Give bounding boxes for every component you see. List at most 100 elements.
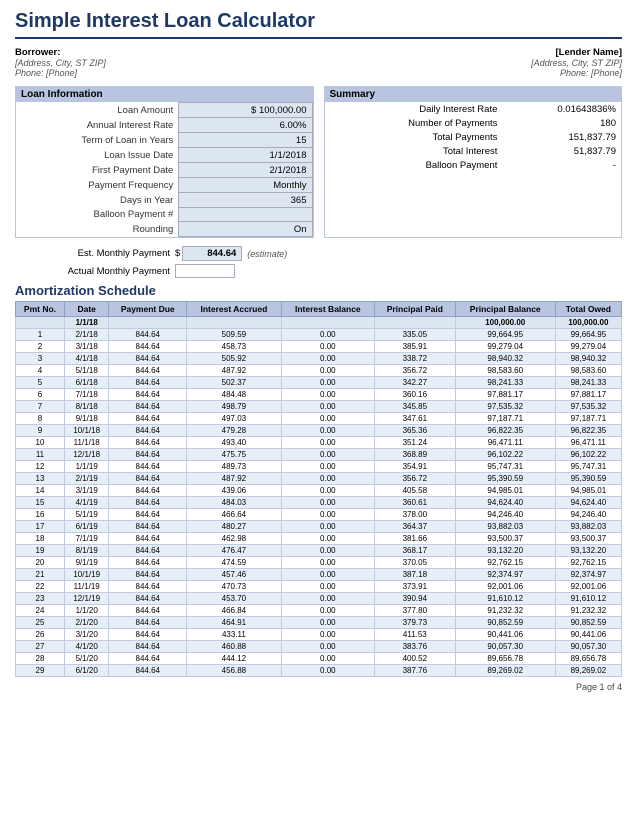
amort-row: 910/1/18844.64479.280.00365.3696,822.359… [16,425,622,437]
amort-cell: 356.72 [374,365,455,377]
amort-cell: 368.89 [374,449,455,461]
amort-cell: 405.58 [374,485,455,497]
loan-field-label: Loan Issue Date [16,148,179,163]
loan-field-label: Term of Loan in Years [16,133,179,148]
amort-row: 12/1/18844.64509.590.00335.0599,664.9599… [16,329,622,341]
amort-cell: 365.36 [374,425,455,437]
amort-cell: 89,269.02 [555,665,621,677]
amort-row: 2312/1/19844.64453.700.00390.9491,610.12… [16,593,622,605]
summary-field-label: Daily Interest Rate [325,102,503,116]
amort-cell: 29 [16,665,65,677]
amort-cell [16,317,65,329]
amort-cell: 95,390.59 [555,473,621,485]
lender-name: [Lender Name] [531,47,622,58]
amort-cell: 6 [16,389,65,401]
amort-cell: 99,664.95 [555,329,621,341]
amort-cell: 12 [16,461,65,473]
amort-cell: 100,000.00 [455,317,555,329]
amort-cell: 2/1/20 [64,617,108,629]
amort-cell: 8 [16,413,65,425]
amort-cell: 90,852.59 [555,617,621,629]
amort-cell: 11/1/18 [64,437,108,449]
amort-cell: 1/1/18 [64,317,108,329]
amort-cell: 11/1/19 [64,581,108,593]
amort-row: 165/1/19844.64466.640.00378.0094,246.409… [16,509,622,521]
amort-cell: 5/1/18 [64,365,108,377]
amort-cell: 458.73 [187,341,282,353]
amort-cell: 457.46 [187,569,282,581]
amort-cell: 2/1/18 [64,329,108,341]
amort-cell: 844.64 [109,401,187,413]
loan-info-row: First Payment Date2/1/2018 [16,163,312,178]
amort-cell: 400.52 [374,653,455,665]
amort-cell: 27 [16,641,65,653]
amort-cell: 0.00 [281,413,374,425]
amort-cell: 17 [16,521,65,533]
amort-cell: 0.00 [281,425,374,437]
amort-cell: 98,940.32 [455,353,555,365]
amort-cell: 92,001.06 [555,581,621,593]
amort-cell: 1 [16,329,65,341]
amort-cell: 844.64 [109,377,187,389]
amort-cell: 23 [16,593,65,605]
amort-cell: 351.24 [374,437,455,449]
amort-cell: 0.00 [281,617,374,629]
amort-row: 296/1/20844.64456.880.00387.7689,269.028… [16,665,622,677]
amort-cell: 475.75 [187,449,282,461]
amort-cell: 378.00 [374,509,455,521]
amort-cell: 0.00 [281,353,374,365]
amort-row: 209/1/19844.64474.590.00370.0592,762.159… [16,557,622,569]
amort-cell: 0.00 [281,533,374,545]
amort-cell: 24 [16,605,65,617]
amort-cell: 844.64 [109,389,187,401]
amort-row: 1011/1/18844.64493.400.00351.2496,471.11… [16,437,622,449]
amort-cell: 464.91 [187,617,282,629]
amort-cell: 0.00 [281,377,374,389]
amort-cell: 844.64 [109,581,187,593]
amort-cell: 90,057.30 [455,641,555,653]
amort-cell: 844.64 [109,329,187,341]
amort-cell: 1/1/20 [64,605,108,617]
amort-cell: 92,762.15 [455,557,555,569]
amort-cell: 92,374.97 [555,569,621,581]
amort-cell: 844.64 [109,545,187,557]
amort-cell: 98,241.33 [455,377,555,389]
amort-cell: 844.64 [109,641,187,653]
summary-field-value: 151,837.79 [502,130,621,144]
amort-cell: 0.00 [281,521,374,533]
amort-row: 143/1/19844.64439.060.00405.5894,985.019… [16,485,622,497]
amort-cell: 844.64 [109,629,187,641]
amort-cell: 90,441.06 [555,629,621,641]
amort-cell: 476.47 [187,545,282,557]
amort-cell: 844.64 [109,521,187,533]
amort-cell: 356.72 [374,473,455,485]
amort-cell: 411.53 [374,629,455,641]
summary-row: Total Interest51,837.79 [325,144,622,158]
lender-address: [Address, City, ST ZIP] [531,58,622,68]
lender-info: [Lender Name] [Address, City, ST ZIP] Ph… [531,47,622,78]
amort-row: 263/1/20844.64433.110.00411.5390,441.069… [16,629,622,641]
amort-cell: 98,940.32 [555,353,621,365]
loan-field-value: 365 [179,193,312,208]
amort-cell: 7 [16,401,65,413]
amort-cell: 479.28 [187,425,282,437]
amort-cell: 0.00 [281,461,374,473]
amortization-table: Pmt No.DatePayment DueInterest AccruedIn… [15,301,622,677]
loan-info-row: Payment FrequencyMonthly [16,178,312,193]
amort-col-header: Date [64,302,108,317]
amort-cell: 94,985.01 [455,485,555,497]
amort-cell: 0.00 [281,401,374,413]
loan-field-label: Rounding [16,222,179,237]
amort-cell: 844.64 [109,593,187,605]
amort-cell: 844.64 [109,557,187,569]
actual-payment-input[interactable] [175,264,235,278]
amort-cell: 844.64 [109,437,187,449]
amort-col-header: Interest Balance [281,302,374,317]
amort-cell [374,317,455,329]
amort-cell: 95,390.59 [455,473,555,485]
amort-row: 56/1/18844.64502.370.00342.2798,241.3398… [16,377,622,389]
amort-cell: 6/1/18 [64,377,108,389]
amort-cell: 96,471.11 [455,437,555,449]
amort-cell: 844.64 [109,413,187,425]
amort-cell: 93,882.03 [455,521,555,533]
